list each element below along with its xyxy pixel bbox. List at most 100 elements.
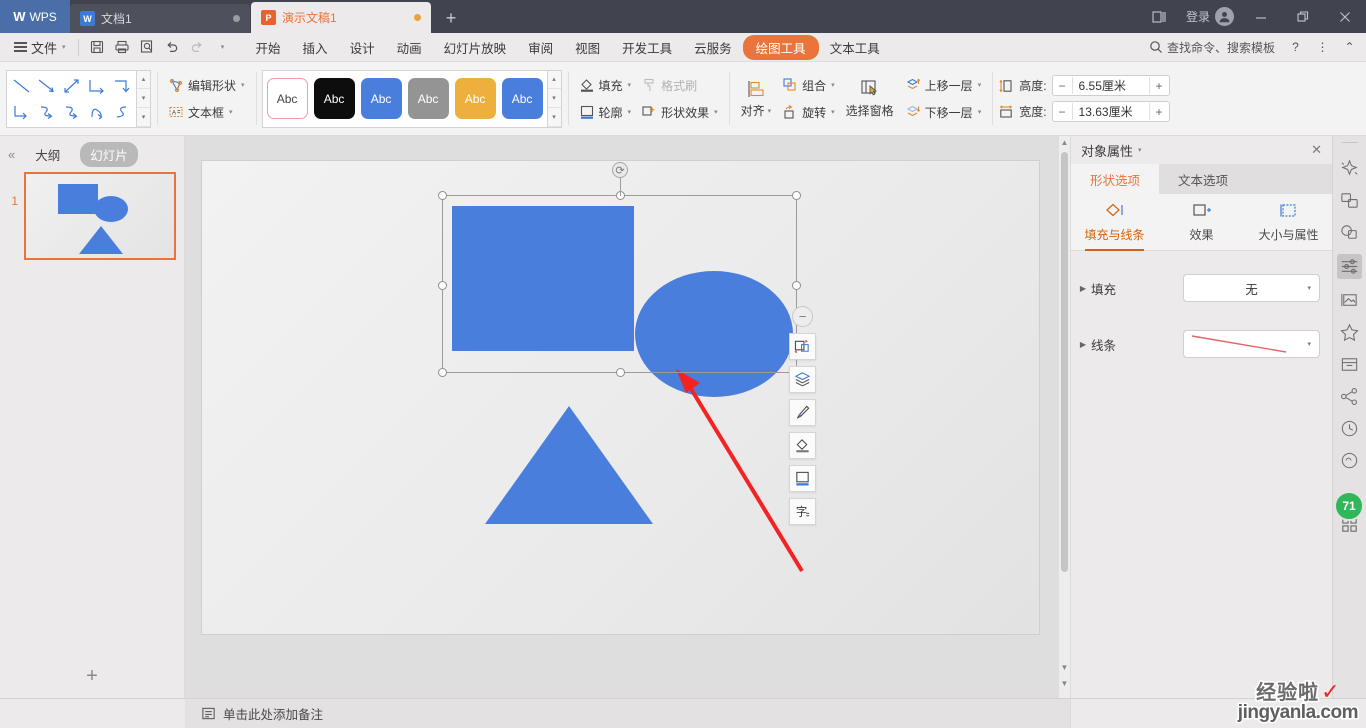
shape-curve-3[interactable] xyxy=(84,99,109,125)
menu-item-start[interactable]: 开始 xyxy=(245,34,292,61)
presentation-tab-1[interactable]: P 演示文稿1 xyxy=(251,2,431,33)
menu-item-drawing-tools[interactable]: 绘图工具 xyxy=(742,34,819,60)
shape-line-double-arrow[interactable] xyxy=(59,73,84,99)
styles-scroll-up[interactable]: ▴ xyxy=(547,71,561,90)
select-pane-button[interactable]: 选择窗格 xyxy=(840,75,900,122)
chevron-down-icon[interactable]: ▾ xyxy=(1138,146,1142,154)
subtab-fill-and-line[interactable]: 填充与线条 xyxy=(1071,202,1158,251)
tab-close-dot[interactable] xyxy=(233,15,240,22)
add-slide-icon[interactable]: + xyxy=(0,665,184,688)
tab-outline[interactable]: 大纲 xyxy=(25,142,70,167)
line-shapes-gallery[interactable] xyxy=(6,69,137,128)
favorites-star-icon[interactable] xyxy=(1339,322,1360,343)
gallery-expand[interactable]: ▾ xyxy=(137,108,150,127)
properties-slider-icon[interactable] xyxy=(1337,254,1362,279)
scroll-down-arrow[interactable]: ▼ xyxy=(1060,663,1069,672)
shape-styles-gallery[interactable]: Abc Abc Abc Abc Abc Abc xyxy=(261,69,548,128)
image-library-icon[interactable] xyxy=(1339,290,1360,311)
more-vertical-icon[interactable]: ⋮ xyxy=(1310,35,1335,60)
backup-cloud-icon[interactable] xyxy=(1339,450,1360,471)
width-spinner[interactable]: − 13.63厘米 + xyxy=(1051,101,1170,122)
menu-item-design[interactable]: 设计 xyxy=(339,34,386,61)
width-decrement[interactable]: − xyxy=(1052,102,1072,121)
shape-s-curve[interactable] xyxy=(109,99,134,125)
slide-editor[interactable]: ⟳ − 字 ▲ ▼ ▼ xyxy=(185,136,1070,698)
edit-shape-button[interactable]: 编辑形状 ▾ xyxy=(163,74,250,97)
bring-forward-button[interactable]: 上移一层 ▾ xyxy=(900,74,987,97)
shape-elbow-connector[interactable] xyxy=(84,73,109,99)
shape-outline-icon[interactable] xyxy=(789,465,816,492)
shapes-icon[interactable] xyxy=(1339,222,1360,243)
style-swatch[interactable]: Abc xyxy=(454,78,496,119)
shape-curve-2[interactable] xyxy=(59,99,84,125)
collapse-left-icon[interactable]: « xyxy=(8,147,15,162)
styles-expand[interactable]: ▾ xyxy=(547,108,561,127)
slide-canvas[interactable]: ⟳ xyxy=(202,161,1039,634)
rotate-button[interactable]: 旋转 ▾ xyxy=(777,101,840,124)
resize-handle-e[interactable] xyxy=(792,281,801,290)
scrollbar-thumb[interactable] xyxy=(1061,152,1068,572)
share-screen-icon[interactable] xyxy=(1339,190,1360,211)
tab-text-options[interactable]: 文本选项 xyxy=(1159,164,1247,194)
close-icon[interactable] xyxy=(1324,0,1366,33)
width-increment[interactable]: + xyxy=(1149,102,1169,121)
close-icon[interactable]: ✕ xyxy=(1311,142,1322,158)
triangle-shape[interactable] xyxy=(485,406,653,524)
layout-options-icon[interactable] xyxy=(789,333,816,360)
menu-item-animation[interactable]: 动画 xyxy=(386,34,433,61)
style-swatch[interactable]: Abc xyxy=(360,78,402,119)
menu-item-review[interactable]: 审阅 xyxy=(517,34,564,61)
restore-icon[interactable] xyxy=(1282,0,1324,33)
shape-gallery-scroll[interactable]: ▴ ▾ ▾ xyxy=(137,69,151,128)
resize-handle-s[interactable] xyxy=(616,368,625,377)
search-commands[interactable]: 查找命令、搜索模板 xyxy=(1142,39,1281,56)
group-button[interactable]: 组合 ▾ xyxy=(777,74,840,97)
undo-icon[interactable] xyxy=(160,35,185,60)
resize-handle-ne[interactable] xyxy=(792,191,801,200)
outline-button[interactable]: 轮廓 ▾ xyxy=(574,101,637,124)
text-format-icon[interactable]: 字 xyxy=(789,498,816,525)
style-swatch[interactable]: Abc xyxy=(266,78,308,119)
style-swatch[interactable]: Abc xyxy=(407,78,449,119)
menu-item-view[interactable]: 视图 xyxy=(564,34,611,61)
subtab-effects[interactable]: 效果 xyxy=(1158,202,1245,250)
customize-caret-icon[interactable]: ▾ xyxy=(210,35,235,60)
height-spinner[interactable]: − 6.55厘米 + xyxy=(1051,75,1170,96)
fill-dropdown[interactable]: 无 ▾ xyxy=(1183,274,1320,302)
shape-curve-1[interactable] xyxy=(34,99,59,125)
archive-box-icon[interactable] xyxy=(1339,354,1360,375)
save-icon[interactable] xyxy=(85,35,110,60)
shape-line-arrow[interactable] xyxy=(34,73,59,99)
share-nodes-icon[interactable] xyxy=(1339,386,1360,407)
brush-style-icon[interactable] xyxy=(789,399,816,426)
width-value[interactable]: 13.63厘米 xyxy=(1071,103,1150,120)
wps-logo[interactable]: W WPS xyxy=(0,0,70,33)
layers-icon[interactable] xyxy=(789,366,816,393)
gallery-scroll-down[interactable]: ▾ xyxy=(137,89,150,108)
scroll-page-down[interactable]: ▼ xyxy=(1060,679,1069,688)
help-icon[interactable]: ? xyxy=(1283,35,1308,60)
rotate-handle[interactable]: ⟳ xyxy=(612,162,628,178)
menu-item-slideshow[interactable]: 幻灯片放映 xyxy=(433,34,518,61)
shape-elbow-down[interactable] xyxy=(9,99,34,125)
textbox-button[interactable]: A 文本框 ▾ xyxy=(163,101,250,124)
panel-toggle-icon[interactable] xyxy=(1138,0,1180,33)
gallery-scroll-up[interactable]: ▴ xyxy=(137,71,150,90)
menu-item-insert[interactable]: 插入 xyxy=(292,34,339,61)
shape-elbow-arrow[interactable] xyxy=(109,73,134,99)
shape-effect-button[interactable]: 形状效果 ▾ xyxy=(636,101,723,124)
tab-close-dot[interactable] xyxy=(414,14,421,21)
height-increment[interactable]: + xyxy=(1149,76,1169,95)
height-decrement[interactable]: − xyxy=(1052,76,1072,95)
subtab-size-and-properties[interactable]: 大小与属性 xyxy=(1245,202,1332,250)
tab-slides[interactable]: 幻灯片 xyxy=(80,141,138,167)
styles-scroll-down[interactable]: ▾ xyxy=(547,89,561,108)
style-swatch[interactable]: Abc xyxy=(501,78,543,119)
slide-thumbnail-1[interactable] xyxy=(24,172,176,260)
menu-item-cloud[interactable]: 云服务 xyxy=(683,34,743,61)
editor-vertical-scrollbar[interactable]: ▲ ▼ ▼ xyxy=(1059,136,1070,698)
fill-button[interactable]: 填充 ▾ xyxy=(574,74,637,97)
sparkle-ai-icon[interactable] xyxy=(1339,158,1360,179)
tab-shape-options[interactable]: 形状选项 xyxy=(1071,164,1160,194)
menu-item-text-tools[interactable]: 文本工具 xyxy=(819,34,891,61)
